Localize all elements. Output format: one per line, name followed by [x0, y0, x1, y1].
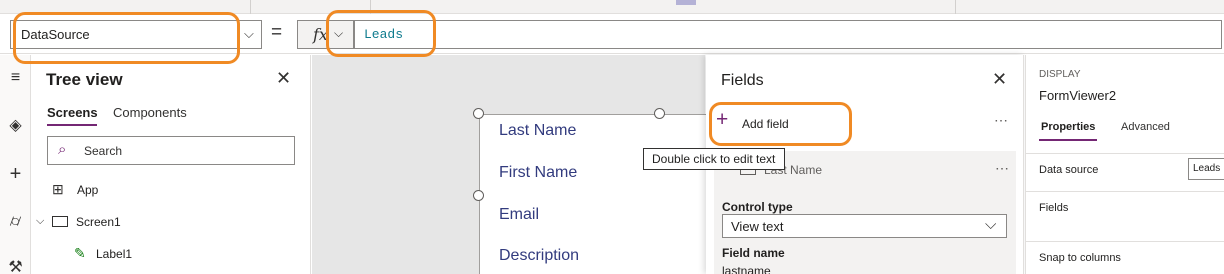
tab-components[interactable]: Components [113, 105, 187, 120]
app-icon: ⊞ [52, 181, 64, 197]
screen-icon [52, 216, 68, 227]
layers-icon[interactable]: ◈ [0, 111, 31, 141]
toolbar-indicator [676, 0, 696, 5]
tools-icon[interactable]: ⚒ [0, 253, 31, 274]
properties-panel: DISPLAY FormViewer2 Properties Advanced … [1025, 55, 1224, 274]
fields-row[interactable]: Fields [1026, 191, 1224, 223]
plus-icon[interactable]: + [0, 159, 31, 189]
form-field-label[interactable]: Email [499, 206, 539, 224]
tooltip: Double click to edit text [643, 148, 785, 170]
dropdown-divider [238, 21, 239, 48]
toolbar-divider [370, 0, 371, 14]
more-options-icon[interactable]: ⋯ [995, 160, 1010, 177]
panel-title: Fields [721, 72, 764, 89]
left-rail: ≡ ◈ + ⌭ ⚒ [0, 55, 31, 274]
control-type-label: Control type [722, 200, 793, 214]
property-dropdown-value: DataSource [21, 27, 90, 42]
chevron-down-icon: ⌵ [985, 216, 997, 233]
resize-handle[interactable] [473, 108, 484, 119]
tab-advanced[interactable]: Advanced [1121, 121, 1170, 133]
toolbar-divider [250, 0, 251, 14]
form-viewer[interactable]: Last Name First Name Email Description [479, 114, 709, 274]
tree-view-panel: Tree view ✕ Screens Components ⌕ Search … [32, 55, 311, 274]
panel-title: Tree view [46, 70, 123, 89]
snap-to-columns-label: Snap to columns [1039, 252, 1121, 264]
form-field-label[interactable]: Last Name [499, 122, 576, 140]
resize-handle[interactable] [473, 190, 484, 201]
formula-input[interactable]: Leads [354, 20, 1222, 49]
database-icon[interactable]: ⌭ [0, 207, 31, 237]
property-dropdown[interactable]: DataSource ⌵ [10, 20, 262, 49]
top-toolbar-strip [0, 0, 1224, 14]
add-field-label: Add field [742, 117, 789, 131]
form-field-label[interactable]: Description [499, 247, 579, 265]
plus-icon: + [716, 108, 729, 131]
control-type-dropdown[interactable]: View text ⌵ [722, 214, 1007, 238]
data-source-dropdown[interactable]: Leads [1188, 158, 1224, 180]
control-name: FormViewer2 [1039, 88, 1117, 103]
resize-handle[interactable] [654, 108, 665, 119]
equals-sign: = [271, 22, 283, 43]
search-input[interactable]: ⌕ Search [47, 136, 295, 165]
tree-item-label1[interactable]: ✎ Label1 [74, 240, 292, 268]
fx-icon: fx [313, 25, 328, 44]
tab-properties[interactable]: Properties [1041, 121, 1095, 133]
tree-item-screen1[interactable]: ⌵ Screen1 [36, 208, 292, 236]
chevron-down-icon[interactable]: ⌵ [36, 215, 44, 228]
form-field-label[interactable]: First Name [499, 164, 577, 182]
search-icon: ⌕ [58, 141, 67, 158]
control-type-value: View text [731, 219, 784, 234]
label-icon: ✎ [74, 245, 86, 261]
snap-to-columns-row[interactable]: Snap to columns [1026, 241, 1224, 273]
chevron-down-icon: ⌵ [334, 26, 344, 40]
close-icon[interactable]: ✕ [276, 68, 291, 89]
tab-screens[interactable]: Screens [47, 105, 98, 120]
search-placeholder: Search [84, 144, 123, 158]
formula-text: Leads [364, 27, 404, 42]
active-tab-underline [47, 124, 97, 126]
function-button[interactable]: fx ⌵ [297, 20, 354, 49]
fields-label: Fields [1039, 202, 1069, 214]
data-source-value: Leads [1193, 163, 1221, 174]
tree-item-label: Screen1 [76, 215, 121, 229]
field-name-label: Field name [722, 246, 785, 260]
tree-item-label: Label1 [96, 247, 133, 261]
field-name-value: lastname [722, 264, 771, 274]
toolbar-divider [955, 0, 956, 14]
tree-item-app[interactable]: ⊞ App [52, 176, 292, 204]
control-kind: DISPLAY [1039, 69, 1081, 80]
formula-bar: DataSource ⌵ = fx ⌵ Leads [0, 14, 1224, 54]
data-source-label: Data source [1039, 164, 1099, 176]
more-options-icon[interactable]: ⋯ [994, 112, 1009, 129]
close-icon[interactable]: ✕ [992, 69, 1007, 90]
hamburger-icon[interactable]: ≡ [0, 63, 31, 93]
tree-item-label: App [77, 183, 99, 197]
data-source-row: Data source Leads [1026, 153, 1224, 185]
add-field-button[interactable]: + Add field [716, 108, 846, 138]
chevron-down-icon[interactable]: ⌵ [244, 26, 254, 42]
active-tab-underline [1039, 139, 1097, 141]
